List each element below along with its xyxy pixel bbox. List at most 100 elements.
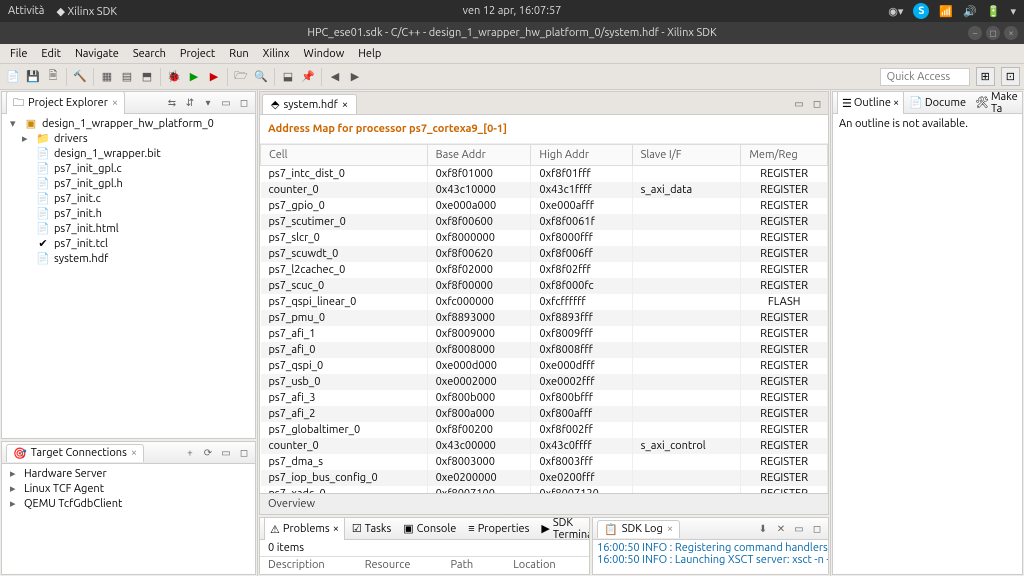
build-icon[interactable]: 🔨 <box>71 68 89 86</box>
tree-item[interactable]: 📄design_1_wrapper.bit <box>2 146 255 161</box>
close-icon[interactable]: × <box>112 97 118 109</box>
table-row[interactable]: ps7_dma_s0xf80030000xf8003fffREGISTER <box>261 454 828 470</box>
table-row[interactable]: ps7_slcr_00xf80000000xf8000fffREGISTER <box>261 230 828 246</box>
project-explorer-tab[interactable]: 🗀 Project Explorer × <box>6 91 125 115</box>
column-header[interactable]: Resource <box>365 559 411 571</box>
outline-tab-1[interactable]: 📄Docume <box>905 91 970 117</box>
export-icon[interactable]: ⬇ <box>756 522 770 536</box>
expand-icon[interactable]: ▸ <box>10 467 20 480</box>
maximize-button[interactable]: ◻ <box>986 26 1000 40</box>
tree-item[interactable]: 📄ps7_init.html <box>2 221 255 236</box>
close-icon[interactable]: × <box>333 523 339 535</box>
target-connections-tab[interactable]: 🎯 Target Connections × <box>6 444 144 462</box>
table-row[interactable]: ps7_l2cachec_00xf8f020000xf8f02fffREGIST… <box>261 262 828 278</box>
table-row[interactable]: ps7_gpio_00xe000a0000xe000afffREGISTER <box>261 198 828 214</box>
maximize-icon[interactable]: ◻ <box>810 522 824 536</box>
tree-item[interactable]: 📄ps7_init.c <box>2 191 255 206</box>
clear-icon[interactable]: ✕ <box>774 522 788 536</box>
maximize-icon[interactable]: ◻ <box>237 96 251 110</box>
problems-tab-tasks[interactable]: ☑Tasks <box>347 517 396 543</box>
battery-icon[interactable]: 🔋 <box>987 5 1001 18</box>
table-header[interactable]: Base Addr <box>427 145 531 166</box>
maximize-icon[interactable]: ◻ <box>810 97 824 111</box>
outline-tab-0[interactable]: ☰Outline× <box>837 91 904 117</box>
problems-tab-problems[interactable]: ⚠Problems× <box>264 517 345 543</box>
table-header[interactable]: Slave I/F <box>632 145 741 166</box>
close-icon[interactable]: × <box>131 447 137 459</box>
table-row[interactable]: ps7_globaltimer_00xf8f002000xf8f002ffREG… <box>261 422 828 438</box>
tree-item[interactable]: 📄ps7_init_gpl.c <box>2 161 255 176</box>
save-all-icon[interactable]: 🗎 <box>44 68 62 86</box>
table-row[interactable]: ps7_intc_dist_00xf8f010000xf8f01fffREGIS… <box>261 166 828 183</box>
tree-root[interactable]: ▾ ▣ design_1_wrapper_hw_platform_0 <box>2 116 255 131</box>
skype-icon[interactable]: S <box>913 3 929 19</box>
close-icon[interactable]: × <box>342 99 348 111</box>
problems-tab-properties[interactable]: ≡Properties <box>463 517 534 543</box>
toggle-icon[interactable]: ⬓ <box>279 68 297 86</box>
menu-search[interactable]: Search <box>127 46 172 62</box>
forward-icon[interactable]: ▶ <box>346 68 364 86</box>
menu-project[interactable]: Project <box>174 46 221 62</box>
outline-tab-2[interactable]: 🛠Make Ta <box>971 91 1022 117</box>
column-header[interactable]: Description <box>268 559 325 571</box>
back-icon[interactable]: ◀ <box>326 68 344 86</box>
perspective-button[interactable]: ⊞ <box>976 67 995 86</box>
table-row[interactable]: ps7_afi_00xf80080000xf8008fffREGISTER <box>261 342 828 358</box>
table-header[interactable]: High Addr <box>531 145 632 166</box>
notification-icon[interactable]: ◉▾ <box>888 5 903 18</box>
maximize-icon[interactable]: ◻ <box>237 446 251 460</box>
target-tree[interactable]: ▸Hardware Server▸Linux TCF Agent▸QEMU Tc… <box>2 464 255 574</box>
sdk-log-body[interactable]: 16:00:50 INFO : Registering command hand… <box>593 540 828 574</box>
overview-tab[interactable]: Overview <box>260 493 828 514</box>
expand-icon[interactable]: ▸ <box>10 482 20 495</box>
column-header[interactable]: Path <box>450 559 473 571</box>
refresh-icon[interactable]: ⟳ <box>201 446 215 460</box>
problems-tab-sdk-terminal[interactable]: ▶SDK Terminal <box>536 517 590 543</box>
column-header[interactable]: Location <box>513 559 555 571</box>
wifi-icon[interactable]: 📶 <box>939 5 953 18</box>
project-tree[interactable]: ▾ ▣ design_1_wrapper_hw_platform_0 ▸📁dri… <box>2 114 255 438</box>
minimize-icon[interactable]: ▭ <box>792 522 806 536</box>
expand-icon[interactable]: ▾ <box>10 117 20 130</box>
tree-item[interactable]: 📄ps7_init_gpl.h <box>2 176 255 191</box>
menu-icon[interactable]: ▾ <box>201 96 215 110</box>
expand-icon[interactable]: ▸ <box>22 132 32 145</box>
minimize-button[interactable]: – <box>968 26 982 40</box>
menu-edit[interactable]: Edit <box>35 46 67 62</box>
menu-run[interactable]: Run <box>223 46 254 62</box>
table-row[interactable]: ps7_qspi_00xe000d0000xe000dfffREGISTER <box>261 358 828 374</box>
close-icon[interactable]: × <box>893 97 899 109</box>
table-row[interactable]: ps7_afi_30xf800b0000xf800bfffREGISTER <box>261 390 828 406</box>
search-icon[interactable]: 🔍 <box>252 68 270 86</box>
target-item[interactable]: ▸Linux TCF Agent <box>2 481 255 496</box>
table-row[interactable]: ps7_qspi_linear_00xfc0000000xfcffffffFLA… <box>261 294 828 310</box>
table-row[interactable]: ps7_iop_bus_config_00xe02000000xe0200fff… <box>261 470 828 486</box>
minimize-icon[interactable]: ▭ <box>219 446 233 460</box>
table-row[interactable]: ps7_scuc_00xf8f000000xf8f000fcREGISTER <box>261 278 828 294</box>
table-row[interactable]: ps7_pmu_00xf88930000xf8893fffREGISTER <box>261 310 828 326</box>
table-header[interactable]: Cell <box>261 145 428 166</box>
link-icon[interactable]: ⇵ <box>183 96 197 110</box>
tree-item[interactable]: 📄ps7_init.h <box>2 206 255 221</box>
tree-item[interactable]: ▸📁drivers <box>2 131 255 146</box>
activities-label[interactable]: Attività <box>8 5 44 18</box>
menu-help[interactable]: Help <box>352 46 387 62</box>
menu-file[interactable]: File <box>4 46 33 62</box>
generate-icon[interactable]: ⬒ <box>138 68 156 86</box>
table-row[interactable]: counter_00x43c000000x43c0ffffs_axi_contr… <box>261 438 828 454</box>
close-button[interactable]: × <box>1004 26 1018 40</box>
volume-icon[interactable]: 🔊 <box>963 5 977 18</box>
add-icon[interactable]: + <box>183 446 197 460</box>
menu-window[interactable]: Window <box>298 46 351 62</box>
table-header[interactable]: Mem/Reg <box>741 145 828 166</box>
run-icon[interactable]: ▶ <box>185 68 203 86</box>
table-row[interactable]: ps7_afi_20xf800a0000xf800afffREGISTER <box>261 406 828 422</box>
chip-icon[interactable]: ▦ <box>98 68 116 86</box>
clock[interactable]: ven 12 apr, 16:07:57 <box>463 5 562 17</box>
sdk-log-tab[interactable]: 📋 SDK Log × <box>597 520 680 538</box>
quick-access-input[interactable] <box>880 68 970 86</box>
menu-xilinx[interactable]: Xilinx <box>257 46 296 62</box>
table-row[interactable]: ps7_usb_00xe00020000xe0002fffREGISTER <box>261 374 828 390</box>
table-row[interactable]: ps7_scutimer_00xf8f006000xf8f0061fREGIST… <box>261 214 828 230</box>
editor-tab-system-hdf[interactable]: ⬘ system.hdf × <box>262 94 357 114</box>
